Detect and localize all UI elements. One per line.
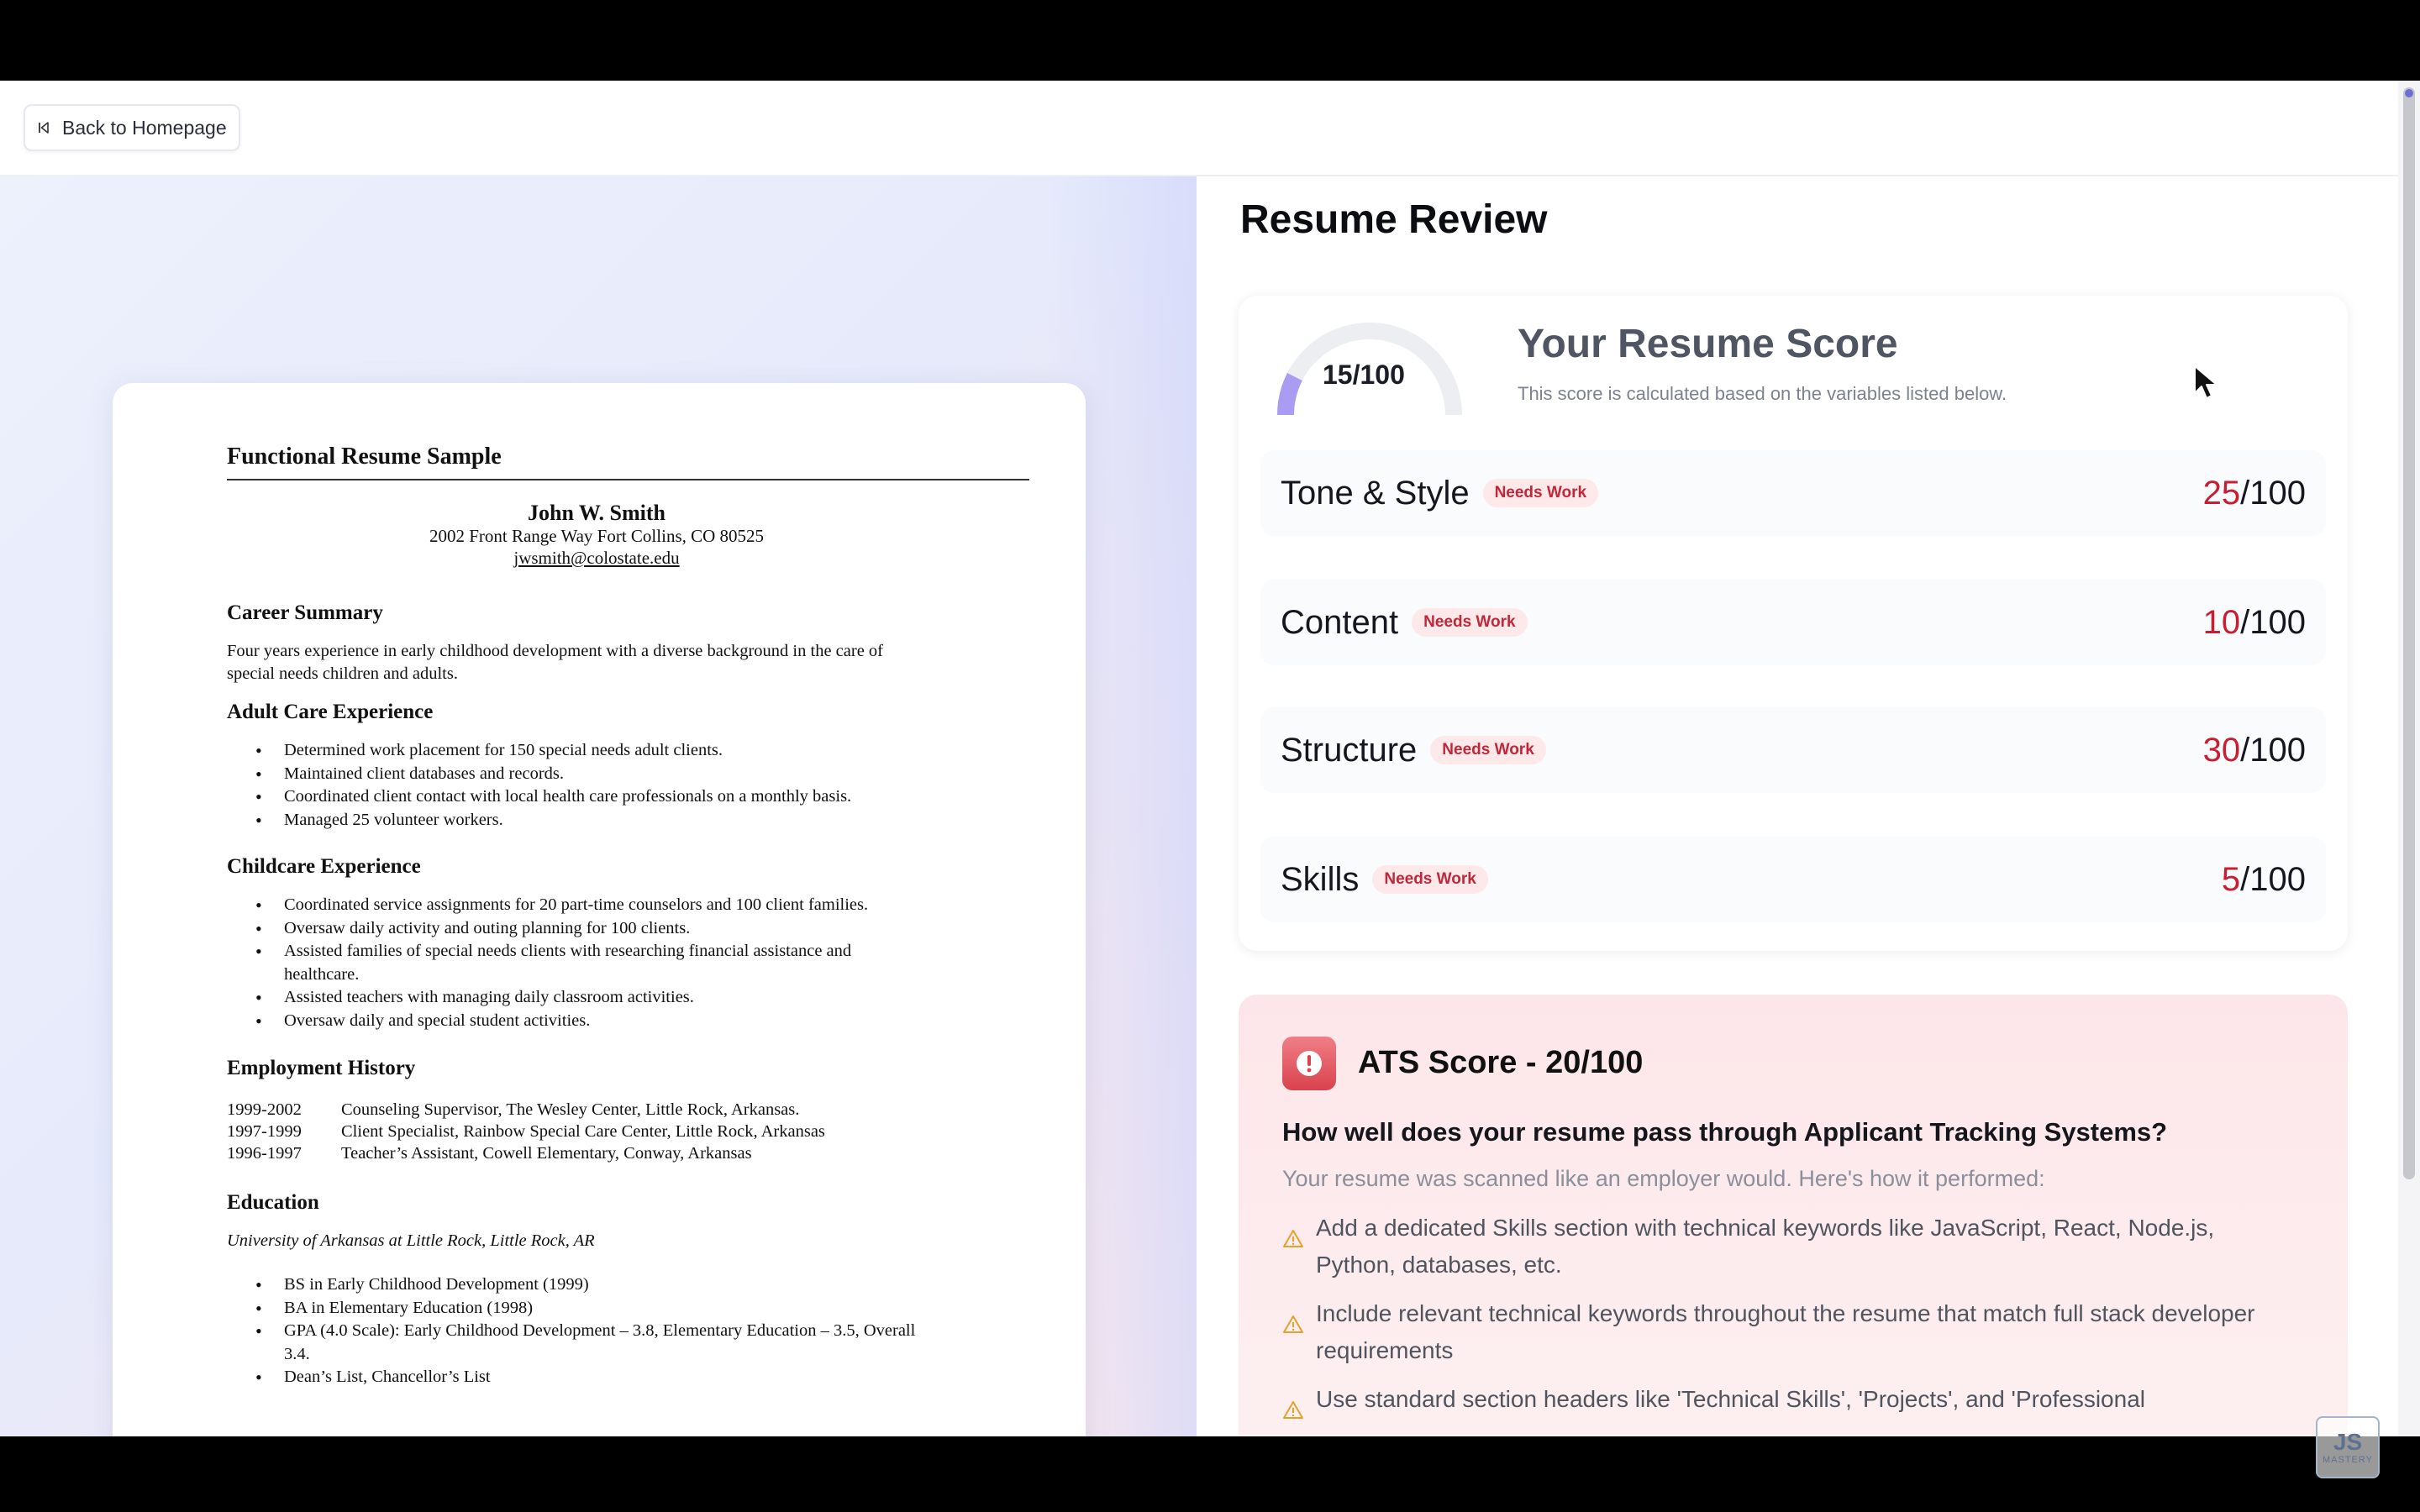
list-item: Assisted families of special needs clien… xyxy=(255,940,928,986)
list-item: Managed 25 volunteer workers. xyxy=(255,809,944,832)
category-row-tone-style[interactable]: Tone & Style Needs Work 25/100 xyxy=(1260,450,2326,536)
app-viewport: Back to Homepage Functional Resume Sampl… xyxy=(0,81,2420,1436)
scrollbar-thumb[interactable] xyxy=(2403,87,2415,1179)
category-row-structure[interactable]: Structure Needs Work 30/100 xyxy=(1260,707,2326,793)
education-heading: Education xyxy=(227,1191,319,1214)
resume-preview-pane: Functional Resume Sample John W. Smith 2… xyxy=(0,176,1197,1436)
list-item: Coordinated service assignments for 20 p… xyxy=(255,894,928,917)
list-item: Oversaw daily and special student activi… xyxy=(255,1010,928,1033)
candidate-name: John W. Smith xyxy=(527,501,666,525)
ats-tip: Use standard section headers like 'Techn… xyxy=(1282,1381,2291,1421)
list-item: BS in Early Childhood Development (1999) xyxy=(255,1273,928,1297)
status-badge: Needs Work xyxy=(1430,736,1546,764)
mouse-cursor-icon xyxy=(2194,365,2217,399)
education-school: University of Arkansas at Little Rock, L… xyxy=(227,1231,595,1250)
warning-icon xyxy=(1283,1401,1303,1419)
category-row-content[interactable]: Content Needs Work 10/100 xyxy=(1260,580,2326,665)
category-row-skills[interactable]: Skills Needs Work 5/100 xyxy=(1260,837,2326,922)
ats-question: How well does your resume pass through A… xyxy=(1282,1117,2168,1147)
list-item: Determined work placement for 150 specia… xyxy=(255,739,944,763)
title-divider xyxy=(227,479,1029,480)
score-value: 15/100 xyxy=(1323,360,1405,390)
skip-back-icon xyxy=(39,122,49,134)
review-pane: Resume Review 15/100 Your Resume Score T… xyxy=(1197,176,2420,1436)
adult-care-heading: Adult Care Experience xyxy=(227,701,434,723)
category-name: Tone & Style xyxy=(1281,474,1470,512)
list-item: BA in Elementary Education (1998) xyxy=(255,1297,928,1320)
score-subtitle: This score is calculated based on the va… xyxy=(1518,383,2007,404)
employment-row: 1997-1999 Client Specialist, Rainbow Spe… xyxy=(227,1122,825,1141)
career-summary-heading: Career Summary xyxy=(227,601,383,624)
list-item: Coordinated client contact with local he… xyxy=(255,785,944,809)
category-score: 30/100 xyxy=(2202,731,2306,769)
alert-icon xyxy=(1282,1037,1336,1090)
ats-score-card: ATS Score - 20/100 How well does your re… xyxy=(1239,995,2348,1436)
category-score: 25/100 xyxy=(2202,474,2306,512)
status-badge: Needs Work xyxy=(1372,865,1488,894)
employment-row: 1999-2002 Counseling Supervisor, The Wes… xyxy=(227,1100,800,1119)
adult-care-list: Determined work placement for 150 specia… xyxy=(255,739,944,832)
category-name: Skills xyxy=(1281,860,1360,898)
list-item: Dean’s List, Chancellor’s List xyxy=(255,1366,928,1389)
warning-icon xyxy=(1283,1315,1303,1333)
category-name: Content xyxy=(1281,603,1399,641)
category-name: Structure xyxy=(1281,731,1418,769)
score-heading: Your Resume Score xyxy=(1518,322,1898,366)
status-badge: Needs Work xyxy=(1412,608,1528,637)
top-bar: Back to Homepage xyxy=(0,81,2420,176)
list-item: GPA (4.0 Scale): Early Childhood Develop… xyxy=(255,1320,928,1366)
category-score: 5/100 xyxy=(2221,860,2306,898)
page-title: Resume Review xyxy=(1240,197,1548,242)
childcare-list: Coordinated service assignments for 20 p… xyxy=(255,894,928,1032)
scroll-indicator-dot xyxy=(2405,89,2413,97)
ats-title: ATS Score - 20/100 xyxy=(1358,1045,1644,1080)
career-summary-text: Four years experience in early childhood… xyxy=(227,642,883,683)
ats-tip: Include relevant technical keywords thro… xyxy=(1282,1295,2291,1369)
category-score: 10/100 xyxy=(2202,603,2306,641)
ats-description: Your resume was scanned like an employer… xyxy=(1282,1166,2045,1191)
employment-row: 1996-1997 Teacher’s Assistant, Cowell El… xyxy=(227,1144,752,1163)
candidate-email: jwsmith@colostate.edu xyxy=(513,548,680,568)
employment-heading: Employment History xyxy=(227,1057,416,1079)
resume-title: Functional Resume Sample xyxy=(227,444,502,470)
scrollbar[interactable] xyxy=(2398,81,2420,1436)
back-to-homepage-label: Back to Homepage xyxy=(62,116,227,139)
list-item: Oversaw daily activity and outing planni… xyxy=(255,917,928,941)
list-item: Assisted teachers with managing daily cl… xyxy=(255,986,928,1010)
childcare-heading: Childcare Experience xyxy=(227,855,421,878)
score-gauge-fill xyxy=(1277,373,1302,416)
candidate-address: 2002 Front Range Way Fort Collins, CO 80… xyxy=(429,526,765,546)
status-badge: Needs Work xyxy=(1482,479,1599,507)
list-item: Maintained client databases and records. xyxy=(255,763,944,786)
brand-watermark: JS MASTERY xyxy=(2316,1416,2380,1478)
resume-document[interactable]: Functional Resume Sample John W. Smith 2… xyxy=(113,383,1086,1436)
resume-score-card: 15/100 Your Resume Score This score is c… xyxy=(1239,296,2348,951)
back-to-homepage-button[interactable]: Back to Homepage xyxy=(24,104,240,151)
warning-icon xyxy=(1283,1230,1303,1247)
ats-tip: Add a dedicated Skills section with tech… xyxy=(1282,1210,2291,1284)
education-list: BS in Early Childhood Development (1999)… xyxy=(255,1273,928,1389)
